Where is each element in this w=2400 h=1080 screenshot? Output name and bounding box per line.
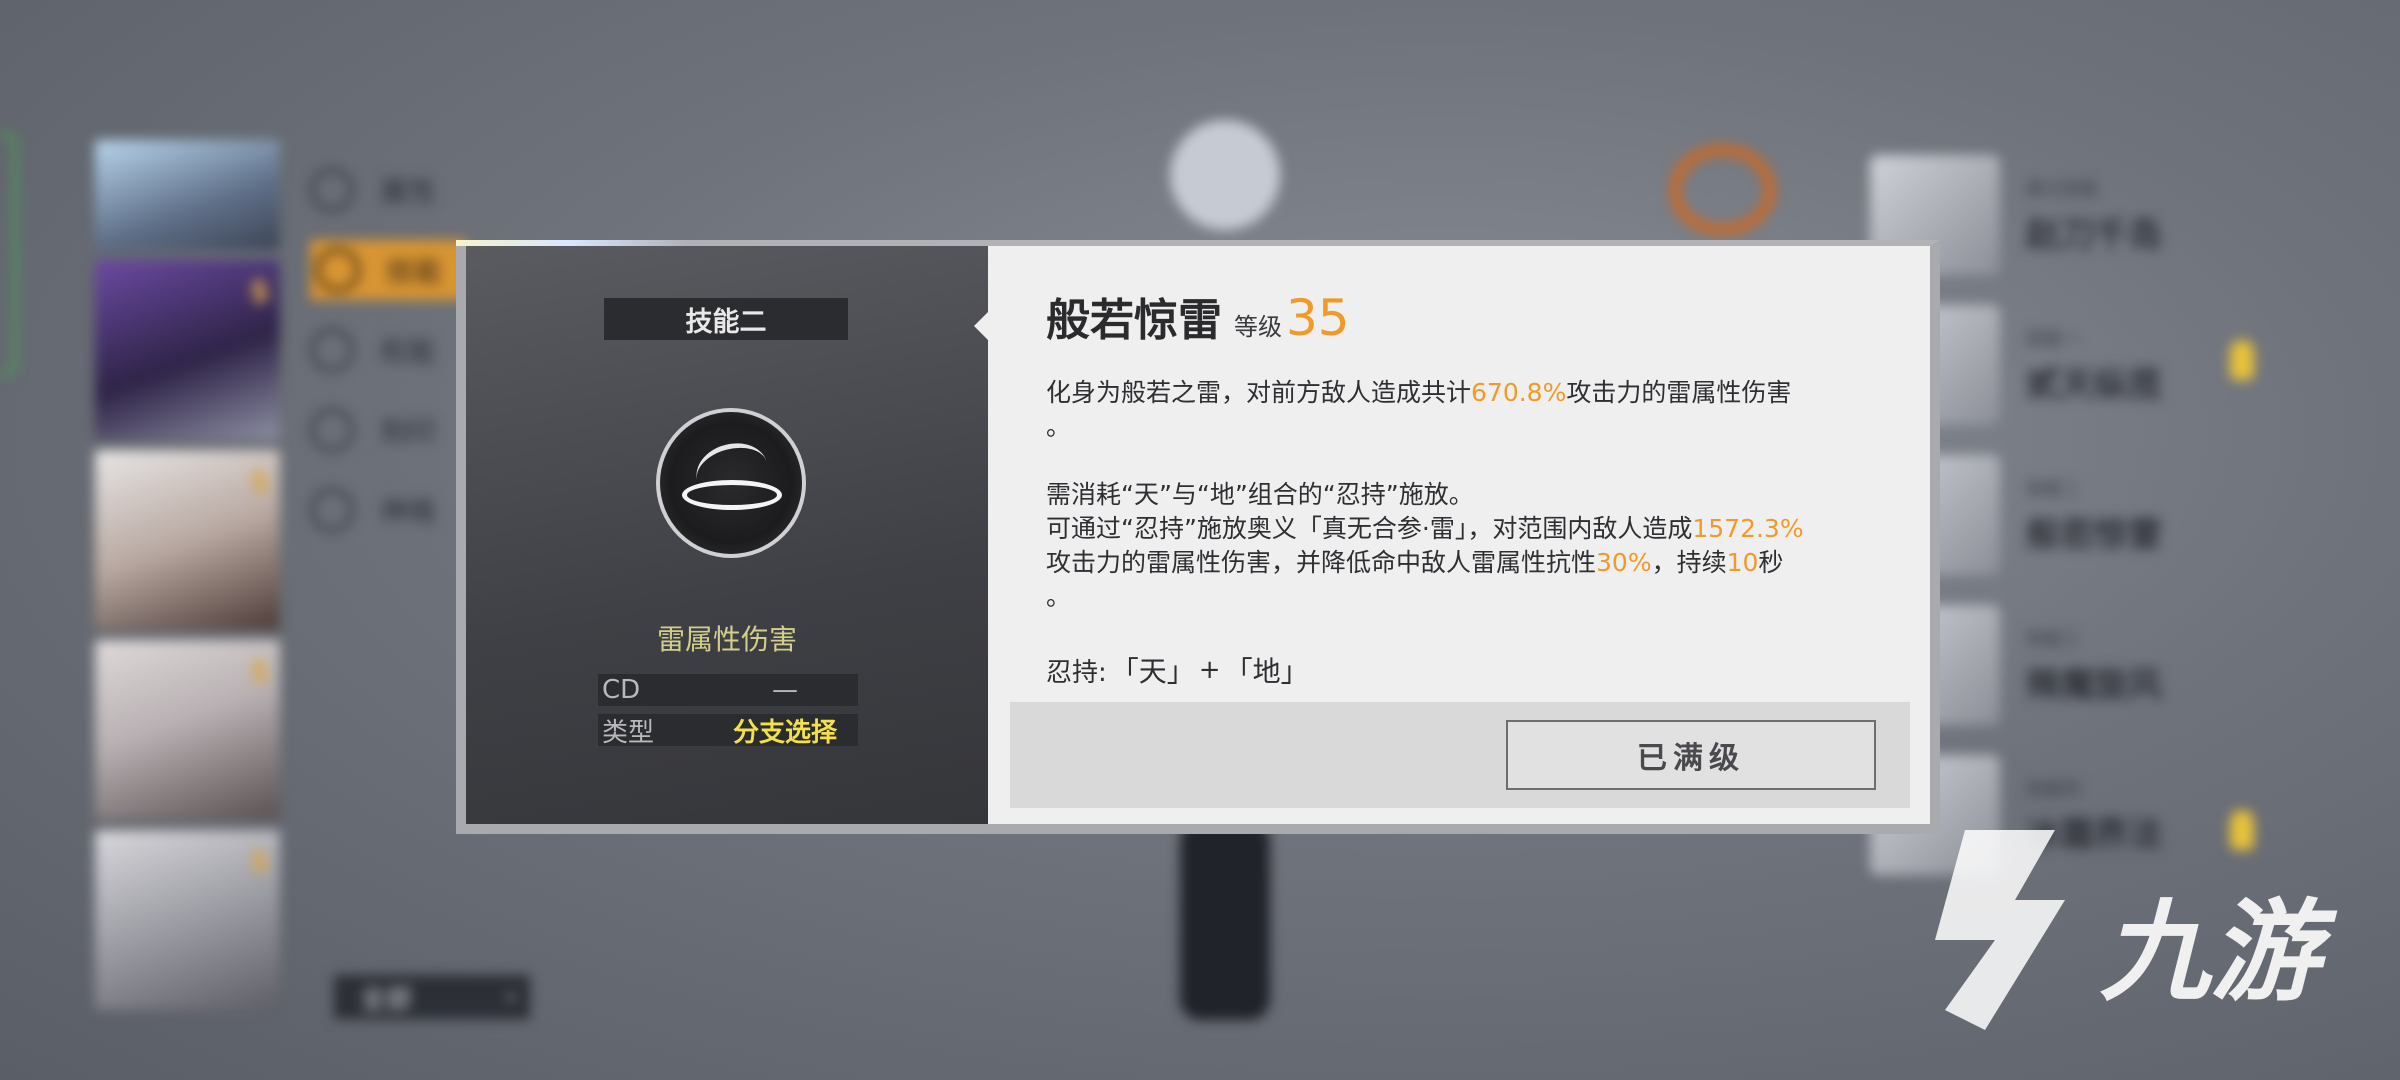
desc-highlight: 30% [1596,548,1652,577]
character-portrait[interactable]: $ [95,450,280,630]
skill-list-sub: 技能三 [2026,628,2080,650]
combo-plus: + [1198,655,1221,685]
skill-description: 化身为般若之雷，对前方敌人造成共计670.8%攻击力的雷属性伤害 。 需消耗“天… [1046,376,1866,614]
stat-key: CD [602,675,641,705]
ninja-combo: 忍持: 「天」 + 「地」 [1046,650,1313,690]
power-icon [310,328,354,372]
modal-highlight-line [456,240,686,246]
element-type-label: 雷属性伤害 [656,623,797,656]
desc-line: 攻击力的雷属性伤害，并降低命中敌人雷属性抗性30%，持续10秒 [1046,546,1866,580]
tab-indicator [0,133,17,375]
stat-value: — [772,675,798,705]
character-portrait[interactable]: $ [95,830,280,1010]
skill-list-sub: 技能二 [2026,478,2080,500]
menu-item-engrave[interactable]: 刻印 [310,400,466,460]
stat-row-cd: CD — [598,674,858,706]
jiuyou-logo-icon [1935,830,2065,1030]
character-portrait[interactable]: $ [95,640,280,820]
character-body [1180,820,1270,1020]
desc-highlight: 1572.3% [1692,514,1804,543]
desc-highlight: 10 [1726,548,1759,577]
skill-slot-tag: 技能二 [604,298,848,340]
skill-name: 般若惊雷 [1046,295,1222,346]
watermark-text: 九游 [2100,888,2338,1016]
skill-list-name: 辣魔旋风 [2026,664,2162,705]
desc-text: 。 [1046,412,1072,441]
menu-label: 属性 [380,175,437,208]
earth-seal-icon: 「地」 [1224,655,1309,688]
desc-highlight: 670.8% [1471,378,1567,407]
desc-line: 可通过“忍持”施放奥义「真无合参·雷」，对范围内敌人造成1572.3% [1046,512,1866,546]
skill-list-sub: 奥义技能 [2026,178,2098,200]
max-level-button[interactable]: 已满级 [1506,720,1876,790]
ultimate-icon[interactable] [1670,145,1775,235]
rank-icon: $ [249,654,270,689]
rank-icon: $ [249,274,270,309]
skill-list-sub: 技能四 [2026,778,2080,800]
desc-text: 可通过“忍持”施放奥义「真无合参·雷」，对范围内敌人造成 [1046,514,1693,543]
desc-line: 化身为般若之雷，对前方敌人造成共计670.8%攻击力的雷属性伤害 [1046,376,1866,410]
all-button-label: 全部 [360,984,413,1015]
menu-label: 神格 [380,495,437,528]
menu-label: 权能 [380,335,437,368]
desc-text: 攻击力的雷属性伤害 [1566,378,1792,407]
stat-key: 类型 [602,717,655,748]
desc-line: 。 [1046,580,1866,614]
desc-text: 秒 [1758,548,1784,577]
skill-list-sub: 技能一 [2026,328,2080,350]
skill-list-name: 赵刀千岛 [2026,214,2162,255]
lightbulb-icon [2230,340,2254,380]
desc-text: 需消耗“天”与“地”组合的“忍持”施放。 [1046,480,1474,509]
desc-line: 。 [1046,410,1866,444]
stat-row-type: 类型 分支选择 [598,714,858,748]
jiuyou-watermark-logo: 九游 [1935,830,2338,1030]
menu-item-power[interactable]: 权能 [310,320,466,380]
code-icon [310,488,354,532]
combo-label: 忍持: [1046,657,1107,688]
skill-list-name: 贰天纵揽 [2026,364,2162,405]
desc-text: ，持续 [1651,548,1727,577]
desc-text: 化身为般若之雷，对前方敌人造成共计 [1046,378,1472,407]
skill-icon [316,248,360,292]
heaven-seal-icon: 「天」 [1110,655,1195,688]
menu-label: 刻印 [380,415,437,448]
level-value: 35 [1286,289,1350,347]
rank-icon: $ [249,464,270,499]
all-filter-button[interactable]: 全部 › [334,975,530,1019]
menu-item-divinity[interactable]: 神格 [310,480,466,540]
side-menu: 属性 技能 权能 刻印 神格 [310,160,466,560]
character-portrait[interactable] [95,140,280,250]
upgrade-bar: 已满级 [1010,702,1910,808]
desc-line: 需消耗“天”与“地”组合的“忍持”施放。 [1046,478,1866,512]
rank-icon: $ [249,844,270,879]
menu-item-attribute[interactable]: 属性 [310,160,466,220]
attribute-icon [310,168,354,212]
desc-text: 攻击力的雷属性伤害，并降低命中敌人雷属性抗性 [1046,548,1597,577]
skill-detail-modal: 技能二 雷属性伤害 CD — 类型 分支选择 般若惊雷 等级 35 化身为般若之… [456,240,1940,834]
skill-info-panel: 技能二 雷属性伤害 CD — 类型 分支选择 [466,246,988,824]
stat-value: 分支选择 [732,717,837,748]
level-label: 等级 [1234,313,1282,341]
character-list: $ $ $ $ [95,140,280,1020]
character-portrait[interactable]: $ [95,260,280,440]
gear-icon [310,408,354,452]
thunder-skill-icon [656,408,806,558]
chevron-right-icon: › [505,982,516,1012]
skill-description-panel: 般若惊雷 等级 35 化身为般若之雷，对前方敌人造成共计670.8%攻击力的雷属… [988,246,1930,824]
menu-label: 技能 [386,255,443,288]
skill-list-name: 般若惊雷 [2026,514,2162,555]
desc-text: 。 [1046,582,1072,611]
character-head [1170,120,1280,230]
skill-title: 般若惊雷 等级 35 [1046,284,1350,348]
menu-item-skill[interactable]: 技能 [310,240,466,300]
